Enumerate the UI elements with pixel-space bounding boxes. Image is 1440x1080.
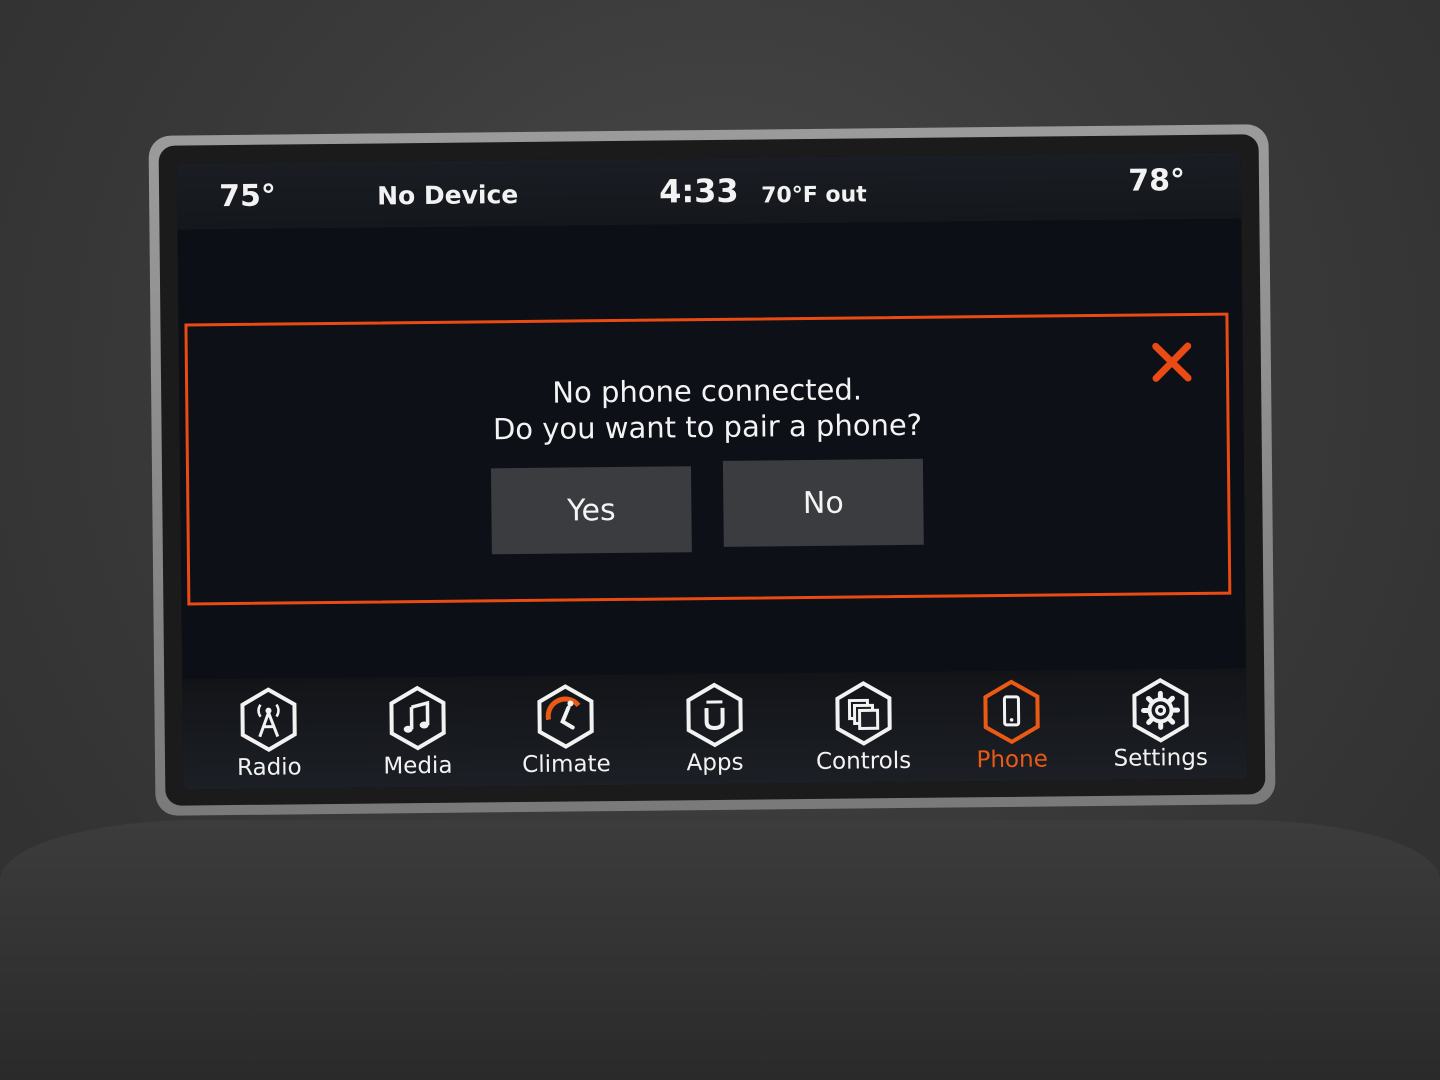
nav-item-media[interactable]: Media	[352, 684, 483, 779]
pair-phone-dialog: No phone connected. Do you want to pair …	[184, 312, 1232, 606]
music-note-icon	[389, 685, 446, 751]
nav-item-climate[interactable]: Climate	[501, 683, 632, 778]
bottom-nav-bar: Radio Media Climate Apps Controls Phone …	[182, 668, 1248, 790]
driver-temperature[interactable]: 75°	[219, 179, 276, 215]
nav-label-apps: Apps	[686, 749, 744, 777]
dialog-message: No phone connected. Do you want to pair …	[188, 368, 1227, 451]
apps-icon	[686, 682, 743, 748]
nav-item-radio[interactable]: Radio	[204, 686, 335, 781]
connected-device: No Device	[376, 180, 519, 211]
nav-item-settings[interactable]: Settings	[1095, 677, 1226, 772]
nav-item-phone[interactable]: Phone	[946, 678, 1077, 773]
infotainment-screen: 75° No Device 4:33 70°F out 78° No phone	[176, 152, 1248, 790]
passenger-temperature[interactable]: 78°	[1128, 163, 1185, 199]
yes-button[interactable]: Yes	[490, 466, 692, 555]
nav-label-media: Media	[383, 752, 453, 780]
climate-seat-icon	[537, 684, 595, 749]
nav-label-phone: Phone	[976, 746, 1048, 774]
gear-icon	[1132, 678, 1189, 743]
nav-label-radio: Radio	[236, 754, 302, 781]
phone-icon	[983, 679, 1040, 745]
controls-icon	[834, 681, 892, 746]
nav-item-apps[interactable]: Apps	[649, 681, 780, 776]
nav-label-controls: Controls	[815, 747, 912, 775]
screen-frame: 75° No Device 4:33 70°F out 78° No phone	[158, 134, 1266, 806]
screen-bezel: 75° No Device 4:33 70°F out 78° No phone	[148, 124, 1276, 816]
clock: 4:33	[658, 171, 739, 211]
nav-label-climate: Climate	[522, 751, 611, 779]
nav-item-controls[interactable]: Controls	[798, 680, 929, 775]
status-bar: 75° No Device 4:33 70°F out 78°	[176, 152, 1242, 230]
no-button[interactable]: No	[722, 458, 924, 547]
outside-temperature: 70°F out	[761, 182, 867, 209]
nav-label-settings: Settings	[1113, 744, 1209, 772]
radio-tower-icon	[240, 687, 298, 752]
dashboard-background: 75° No Device 4:33 70°F out 78° No phone	[0, 0, 1440, 1080]
dashboard-lower-panel	[0, 820, 1440, 1080]
